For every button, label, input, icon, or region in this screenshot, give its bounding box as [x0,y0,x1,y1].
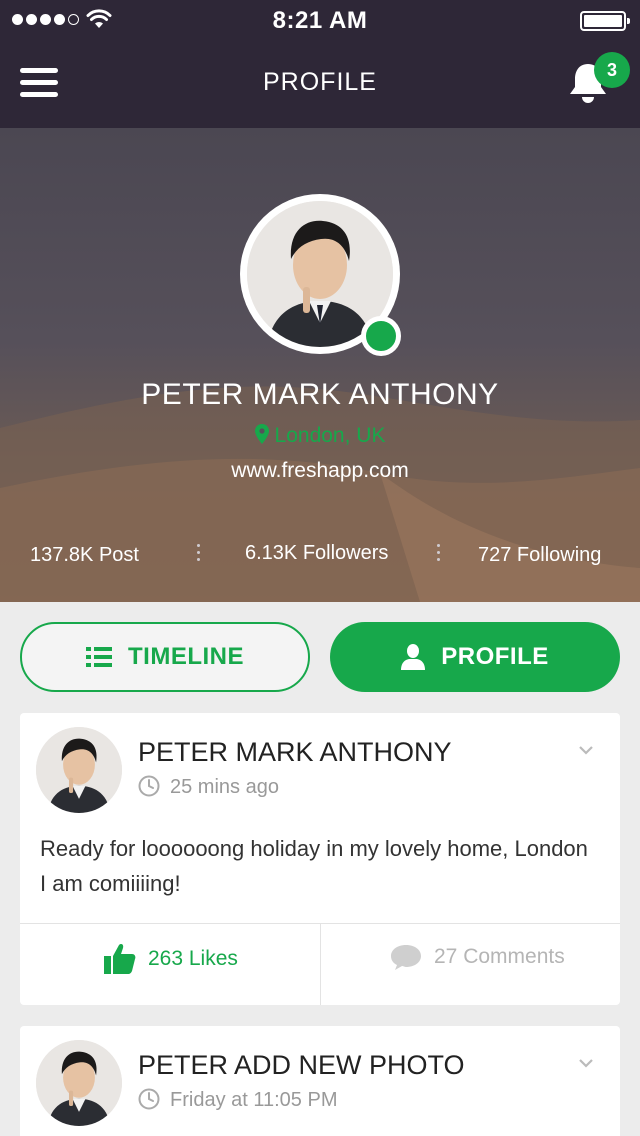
comment-button[interactable]: 27 Comments [390,943,565,971]
thumbs-up-icon [104,944,136,974]
notification-badge: 3 [594,52,630,88]
user-icon [401,644,426,670]
nav-bar: PROFILE 3 [0,40,640,128]
post-timestamp: Friday at 11:05 PM [138,1088,337,1112]
comment-icon [391,945,421,970]
profile-website-link[interactable]: www.freshapp.com [0,459,640,483]
chevron-down-icon[interactable] [578,1058,594,1068]
status-bar: 8:21 AM [0,0,640,40]
post-avatar[interactable] [36,1040,122,1126]
status-time: 8:21 AM [272,7,368,34]
location-text: London, UK [274,424,386,447]
stat-separator [197,544,201,564]
online-status-dot [361,316,401,356]
tab-timeline[interactable]: TIMELINE [20,622,310,692]
page-title: PROFILE [263,68,377,96]
clock-icon [138,775,160,797]
map-pin-icon [254,424,269,444]
stat-separator [437,544,441,564]
clock-icon [138,1088,160,1110]
post-time-text: 25 mins ago [170,776,279,798]
divider [320,924,321,1005]
tab-profile[interactable]: PROFILE [330,622,620,692]
like-button[interactable]: 263 Likes [104,943,238,975]
post-author[interactable]: PETER MARK ANTHONY [138,737,452,768]
stat-followers[interactable]: 6.13K Followers [245,542,388,565]
battery-icon [580,11,630,31]
comments-count: 27 Comments [434,945,565,968]
profile-location[interactable]: London, UK [0,424,640,448]
post-card: PETER MARK ANTHONY 25 mins ago Ready for… [20,713,620,1005]
list-icon [86,647,112,667]
post-time-text: Friday at 11:05 PM [170,1089,338,1111]
post-timestamp: 25 mins ago [138,775,279,799]
chevron-down-icon[interactable] [578,745,594,755]
post-author[interactable]: PETER ADD NEW PHOTO [138,1050,465,1081]
post-avatar[interactable] [36,727,122,813]
stat-posts[interactable]: 137.8K Post [30,544,139,567]
stat-following[interactable]: 727 Following [478,544,601,567]
post-text: Ready for loooooong holiday in my lovely… [40,836,588,896]
likes-count: 263 Likes [148,947,238,970]
profile-header: PETER MARK ANTHONY London, UK www.fresha… [0,128,640,602]
tab-timeline-label: TIMELINE [128,643,244,670]
profile-name: PETER MARK ANTHONY [141,378,499,411]
post-card: PETER ADD NEW PHOTO Friday at 11:05 PM [20,1026,620,1136]
tab-profile-label: PROFILE [441,643,549,670]
